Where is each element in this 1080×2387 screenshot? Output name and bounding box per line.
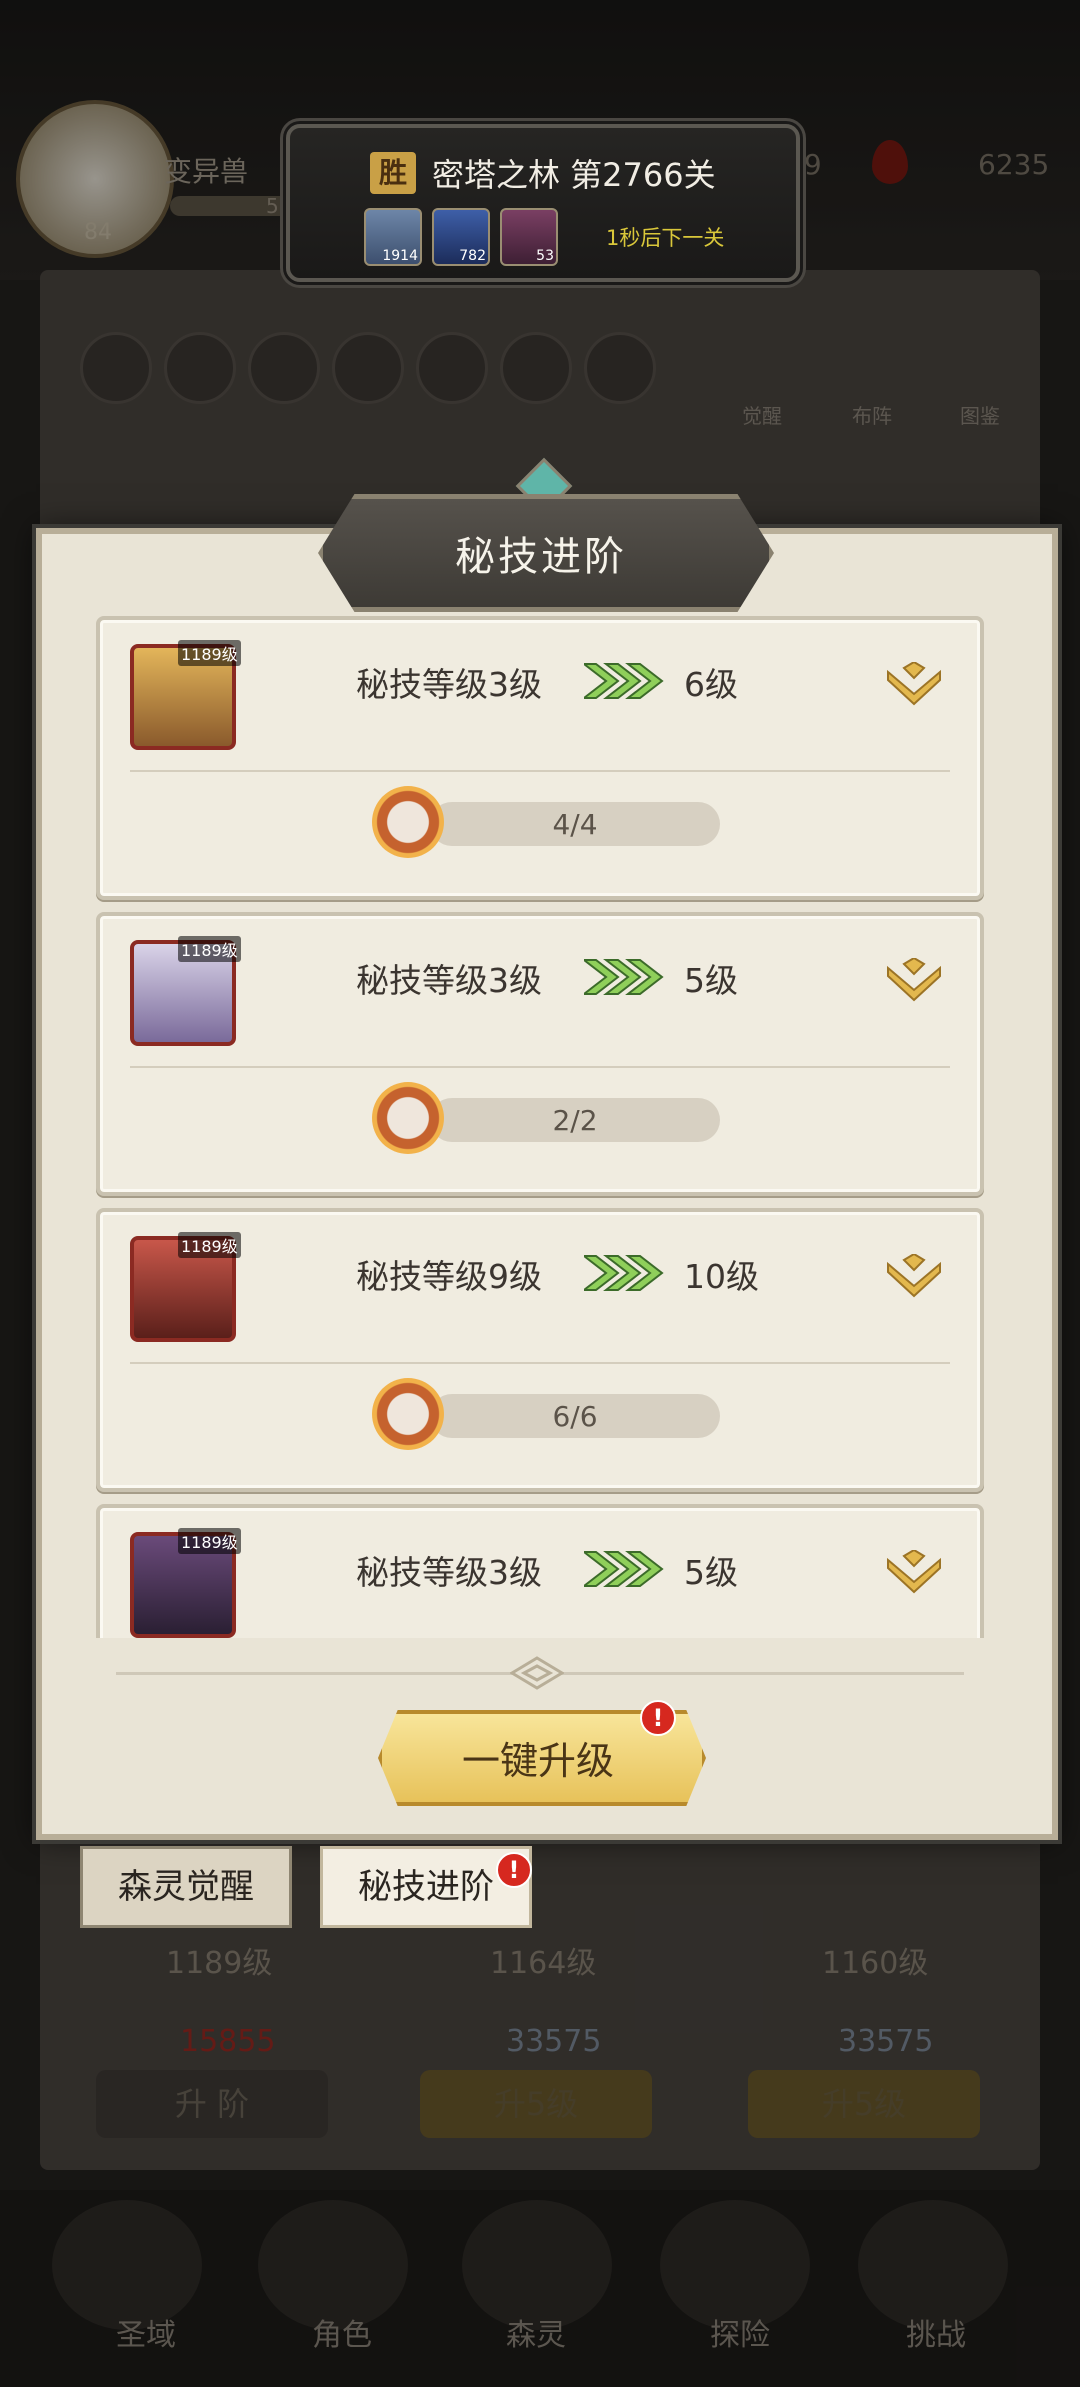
upgrade-arrow-icon (584, 1551, 664, 1587)
blue-flame-item-icon[interactable]: 782 (432, 208, 490, 266)
hero-portrait-level: 1189级 (178, 1528, 241, 1554)
hero-portrait-level: 1189级 (178, 1232, 241, 1258)
skill-current-level: 秘技等级3级 (356, 665, 542, 704)
expand-chevron-icon[interactable] (886, 1550, 942, 1596)
dialog-title: 秘技进阶 (455, 534, 627, 580)
crystal-item-icon[interactable]: 1914 (364, 208, 422, 266)
skill-target-level: 5级 (684, 961, 738, 1000)
advance-card: 1189级 秘技等级3级 5级 (96, 1504, 984, 1638)
material-progress-text: 6/6 (552, 1400, 598, 1433)
tab-alert-badge: ! (496, 1852, 532, 1888)
one-click-upgrade-label[interactable]: 一键升级 (378, 1730, 698, 1785)
skill-current-level: 秘技等级9级 (356, 1257, 542, 1296)
material-progress-text: 2/2 (552, 1104, 598, 1137)
expand-chevron-icon[interactable] (886, 1254, 942, 1300)
next-stage-timer: 1秒后下一关 (606, 226, 725, 250)
expand-chevron-icon[interactable] (886, 958, 942, 1004)
advance-card: 1189级 秘技等级9级 10级 6/6 (96, 1208, 984, 1492)
stage-title: 密塔之林 第2766关 (432, 156, 716, 194)
card-divider (130, 770, 950, 772)
skill-current-level: 秘技等级3级 (356, 1553, 542, 1592)
skill-target-level: 10级 (684, 1257, 759, 1296)
hero-portrait-level: 1189级 (178, 936, 241, 962)
hero-portrait-level: 1189级 (178, 640, 241, 666)
material-progress-text: 4/4 (552, 808, 598, 841)
card-divider (130, 1362, 950, 1364)
win-badge: 胜 (370, 152, 416, 194)
advance-card: 1189级 秘技等级3级 5级 2/2 (96, 912, 984, 1196)
advance-list[interactable]: 1189级 秘技等级3级 6级 4/4 1189级 秘技等级3级 5级 2/2 … (96, 616, 986, 1638)
upgrade-arrow-icon (584, 663, 664, 699)
expand-chevron-icon[interactable] (886, 662, 942, 708)
red-gem-item-icon[interactable]: 53 (500, 208, 558, 266)
upgrade-alert-badge: ! (640, 1700, 676, 1736)
card-divider (130, 1066, 950, 1068)
skill-current-level: 秘技等级3级 (356, 961, 542, 1000)
upgrade-arrow-icon (584, 1255, 664, 1291)
upgrade-arrow-icon (584, 959, 664, 995)
skill-target-level: 6级 (684, 665, 738, 704)
skill-target-level: 5级 (684, 1553, 738, 1592)
tab-spirit-awaken[interactable]: 森灵觉醒 (80, 1846, 292, 1928)
advance-card: 1189级 秘技等级3级 6级 4/4 (96, 616, 984, 900)
divider-knot-icon (510, 1656, 564, 1690)
